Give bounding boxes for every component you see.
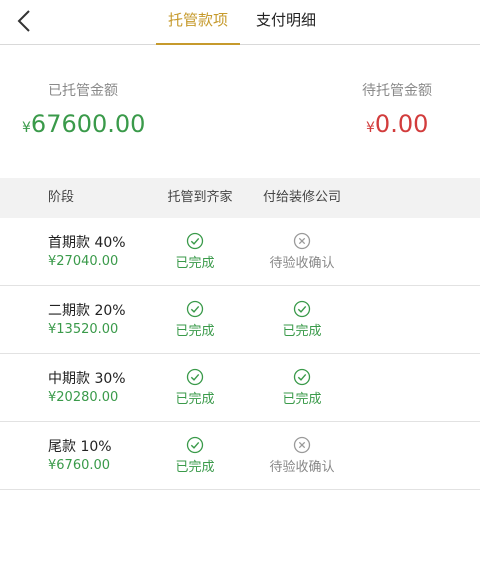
payout-status: 待验收确认 xyxy=(262,232,342,271)
payout-status-text: 待验收确认 xyxy=(269,460,335,475)
check-circle-icon xyxy=(186,368,204,386)
escrow-summary: 已托管金额 ¥67600.00 待托管金额 ¥0.00 xyxy=(0,45,480,178)
pending-currency: ¥ xyxy=(366,120,375,136)
escrow-status: 已完成 xyxy=(155,232,235,271)
escrow-status-text: 已完成 xyxy=(175,392,215,407)
payout-status-text: 已完成 xyxy=(282,392,322,407)
hosted-amount-value: ¥67600.00 xyxy=(22,110,145,138)
tab-payment-details[interactable]: 支付明细 xyxy=(256,0,316,44)
check-circle-icon xyxy=(293,300,311,318)
hosted-amount-label: 已托管金额 xyxy=(48,83,118,99)
x-circle-icon xyxy=(293,436,311,454)
pending-amount: 0.00 xyxy=(374,110,429,138)
escrow-status: 已完成 xyxy=(155,300,235,339)
stage-name: 首期款 40% xyxy=(48,235,126,251)
check-circle-icon xyxy=(186,232,204,250)
pending-amount-label: 待托管金额 xyxy=(362,83,432,99)
pending-amount-value: ¥0.00 xyxy=(366,110,428,138)
header-payout: 付给装修公司 xyxy=(262,190,341,205)
tab-escrow-items[interactable]: 托管款项 xyxy=(155,0,241,45)
escrow-status-text: 已完成 xyxy=(175,324,215,339)
payout-status-text: 已完成 xyxy=(282,324,322,339)
escrow-status: 已完成 xyxy=(155,436,235,475)
table-row: 尾款 10% ¥6760.00 已完成 待验收确认 xyxy=(0,422,480,490)
hosted-currency: ¥ xyxy=(22,120,31,136)
top-nav-bar: 托管款项 支付明细 xyxy=(0,0,480,45)
table-header: 阶段 托管到齐家 付给装修公司 xyxy=(0,178,480,218)
hosted-amount: 67600.00 xyxy=(30,110,146,138)
check-circle-icon xyxy=(186,300,204,318)
payout-status-text: 待验收确认 xyxy=(269,256,335,271)
stage-amount: ¥13520.00 xyxy=(48,322,119,337)
escrow-status-text: 已完成 xyxy=(175,460,215,475)
table-row: 中期款 30% ¥20280.00 已完成 已完成 xyxy=(0,354,480,422)
payout-status: 已完成 xyxy=(262,300,342,339)
escrow-status: 已完成 xyxy=(155,368,235,407)
table-row: 首期款 40% ¥27040.00 已完成 待验收确认 xyxy=(0,218,480,286)
header-escrow: 托管到齐家 xyxy=(167,190,233,205)
stage-name: 尾款 10% xyxy=(48,439,112,455)
stage-name: 中期款 30% xyxy=(48,371,126,387)
chevron-left-icon[interactable] xyxy=(12,8,38,34)
table-row: 二期款 20% ¥13520.00 已完成 已完成 xyxy=(0,286,480,354)
escrow-status-text: 已完成 xyxy=(175,256,215,271)
stage-amount: ¥6760.00 xyxy=(48,458,111,473)
check-circle-icon xyxy=(186,436,204,454)
header-stage: 阶段 xyxy=(48,190,75,205)
stage-name: 二期款 20% xyxy=(48,303,126,319)
payment-stage-list: 首期款 40% ¥27040.00 已完成 待验收确认 二期款 20% ¥135… xyxy=(0,218,480,490)
payout-status: 待验收确认 xyxy=(262,436,342,475)
stage-amount: ¥20280.00 xyxy=(48,390,119,405)
x-circle-icon xyxy=(293,232,311,250)
stage-amount: ¥27040.00 xyxy=(48,254,119,269)
payout-status: 已完成 xyxy=(262,368,342,407)
check-circle-icon xyxy=(293,368,311,386)
